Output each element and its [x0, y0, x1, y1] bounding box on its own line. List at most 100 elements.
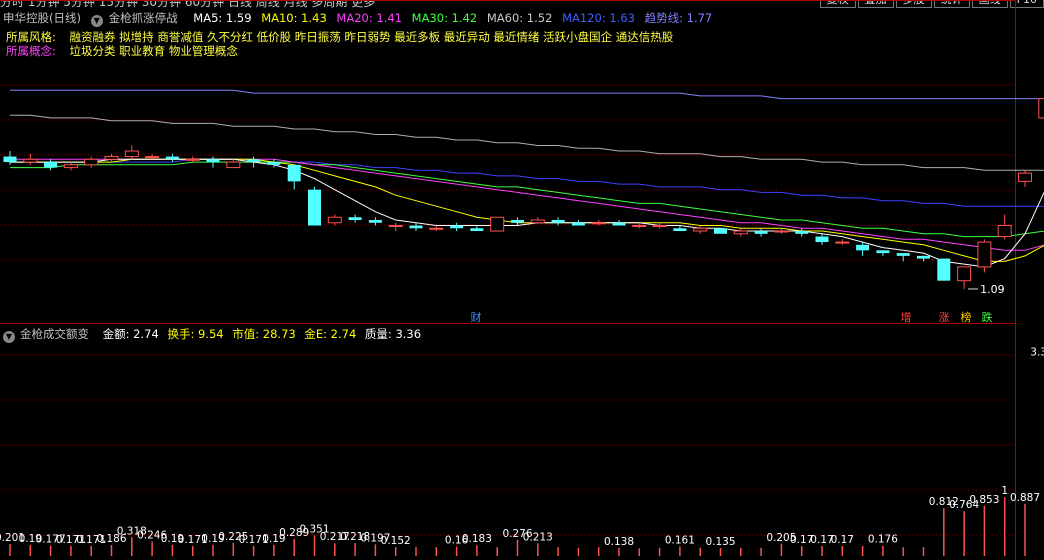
candle-up — [835, 241, 850, 244]
candle-up — [530, 219, 545, 224]
candle-down — [673, 228, 687, 232]
candle-up — [124, 150, 139, 158]
ma20-value: MA20: 1.41 — [336, 11, 402, 25]
candle-down — [795, 231, 809, 234]
volume-value-label: 3.356 — [1030, 346, 1044, 358]
main-legend: 申华控股(日线) ▼ 金枪抓涨停战 MA5: 1.59 MA10: 1.43 MA… — [3, 10, 718, 27]
candle-up — [226, 161, 241, 169]
candle-down — [450, 225, 464, 229]
style-row: 所属风格: 融资融券 拟增持 商誉减值 久不分红 低价股 昨日振荡 昨日弱势 最… — [6, 30, 673, 45]
volume-value-label: 0.176 — [868, 534, 898, 546]
ma120-line — [10, 158, 1044, 207]
candle-up — [63, 164, 78, 169]
candle-down — [165, 156, 179, 160]
candle-down — [287, 164, 301, 182]
candle-up — [490, 216, 505, 232]
candle-up — [23, 158, 38, 163]
ma10-line — [10, 158, 1044, 262]
candle-down — [409, 225, 423, 229]
concept-value: 垃圾分类 职业教育 物业管理概念 — [69, 44, 238, 58]
candle-up — [145, 156, 160, 159]
mktcap-value: 市值: 28.73 — [232, 327, 296, 341]
candle-up — [632, 225, 647, 228]
volume-value-label: 0.17 — [831, 534, 854, 546]
event-marker-2: 涨 — [939, 311, 950, 324]
indicator-label: 金枪抓涨停战 — [108, 11, 178, 25]
concept-label: 所属概念: — [6, 44, 56, 58]
stock-name[interactable]: 申华控股(日线) — [3, 11, 81, 25]
candle-up — [84, 158, 99, 166]
candle-down — [551, 220, 565, 223]
volume-value-label: 0.887 — [1010, 492, 1040, 504]
candle-up — [957, 266, 972, 282]
trend-line — [10, 89, 1044, 100]
candle-down — [247, 159, 261, 163]
candle-down — [714, 228, 727, 234]
ma30-value: MA30: 1.42 — [411, 11, 478, 25]
candle-up — [733, 230, 748, 235]
candle-down — [876, 250, 890, 254]
candle-down — [917, 255, 930, 259]
low-price-label: 1.09 — [980, 283, 1005, 296]
ma120-value: MA120: 1.63 — [562, 11, 635, 25]
turnover-value: 换手: 9.54 — [167, 327, 224, 341]
indicator-menu-icon[interactable]: ▼ — [90, 15, 103, 27]
event-marker-3: 榜 — [961, 310, 972, 324]
volume-indicator-label: 金枪成交额变 — [20, 327, 89, 341]
indicator-name[interactable]: ▼ 金枪抓涨停战 — [90, 11, 184, 27]
candle-up — [693, 227, 708, 232]
candle-up — [652, 225, 667, 228]
event-marker-1: 增 — [901, 310, 912, 324]
volume-value-label: 0.853 — [969, 494, 999, 506]
candle-up — [327, 216, 342, 224]
style-value: 融资融券 拟增持 商誉减值 久不分红 低价股 昨日振荡 昨日弱势 最近多板 最近… — [69, 30, 674, 44]
candle-up — [388, 225, 403, 228]
candle-up — [1038, 98, 1044, 119]
volume-value-label: 0.183 — [462, 533, 492, 545]
candle-down — [470, 228, 484, 232]
candle-down — [348, 217, 362, 220]
candle-up — [185, 158, 200, 161]
amount-value: 金额: 2.74 — [102, 327, 159, 341]
volume-menu-icon[interactable]: ▼ — [3, 331, 15, 343]
candle-down — [308, 189, 321, 226]
ma5-value: MA5: 1.59 — [193, 11, 252, 25]
volume-value-label: 0.213 — [523, 531, 553, 543]
volume-value-label: 1 — [1001, 485, 1008, 497]
candle-up — [104, 156, 119, 160]
candle-down — [206, 159, 220, 163]
ma10-value: MA10: 1.43 — [261, 11, 327, 25]
candle-down — [896, 253, 910, 256]
candle-up — [1018, 172, 1032, 182]
event-marker-0: 财 — [471, 310, 482, 324]
gold-e-value: 金E: 2.74 — [304, 327, 357, 341]
candle-down — [612, 222, 626, 226]
style-label: 所属风格: — [6, 30, 56, 44]
candle-up — [997, 225, 1012, 238]
ma60-value: MA60: 1.52 — [486, 11, 553, 25]
candle-down — [3, 156, 17, 163]
ma20-line — [10, 158, 1044, 251]
candle-up — [591, 222, 606, 225]
candle-down — [856, 244, 870, 251]
candle-up — [774, 230, 789, 233]
volume-value-label: 0.152 — [381, 535, 411, 547]
candle-down — [754, 231, 768, 234]
volume-value-label: 0.138 — [604, 536, 634, 548]
candle-down — [267, 162, 281, 165]
chart-canvas[interactable]: 1.861.09财增涨榜跌0.2010.190.1770.1710.1710.1… — [0, 0, 1044, 560]
trend-value: 趋势线: 1.77 — [644, 11, 713, 25]
candle-down — [368, 220, 382, 223]
quality-value: 质量: 3.36 — [364, 327, 422, 341]
candle-down — [815, 236, 829, 243]
candle-down — [511, 220, 524, 223]
ma5-line — [10, 158, 1044, 268]
concept-row: 所属概念: 垃圾分类 职业教育 物业管理概念 — [6, 44, 238, 59]
candle-down — [571, 222, 585, 226]
volume-value-label: 0.135 — [705, 536, 735, 548]
candle-up — [429, 227, 444, 230]
volume-indicator[interactable]: ▼ 金枪成交额变 — [3, 327, 94, 343]
volume-legend: ▼ 金枪成交额变 金额: 2.74 换手: 9.54 市值: 28.73 金E: … — [3, 326, 426, 343]
event-marker-4: 跌 — [982, 310, 993, 324]
candle-down — [44, 162, 58, 168]
